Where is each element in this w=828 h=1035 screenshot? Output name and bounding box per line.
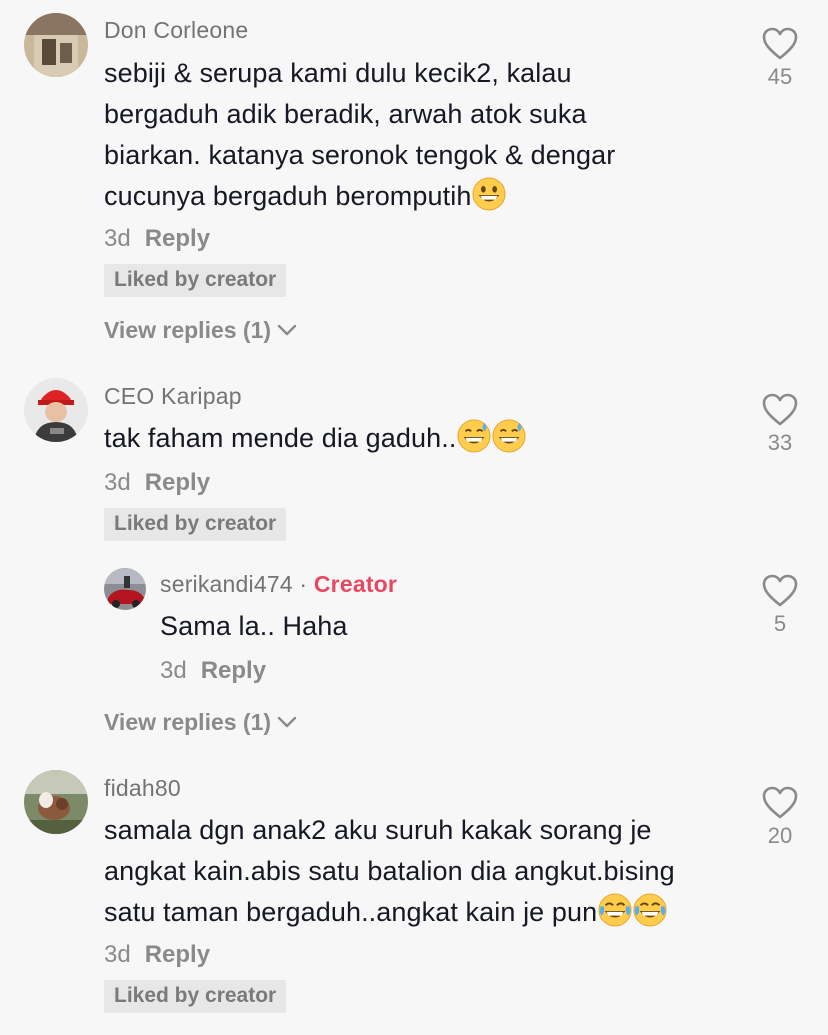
comment-username[interactable]: fidah80 [104,775,181,802]
reply-text: Sama la.. Haha [160,611,348,641]
comment-username[interactable]: Don Corleone [104,17,248,44]
avatar[interactable] [24,13,88,77]
comment-time: 3d [104,941,131,968]
comment-text-line: satu taman bergaduh..angkat kain je pun [104,892,744,933]
reply-button[interactable]: Reply [201,657,266,684]
comment-username[interactable]: CEO Karipap [104,383,242,410]
heart-icon [762,786,798,819]
comment-text-line: samala dgn anak2 aku suruh kakak sorang … [104,815,652,845]
comment-time: 3d [104,225,131,252]
comment-text: tak faham mende dia gaduh.. [104,418,744,459]
creator-tag: Creator [313,571,398,597]
like-button[interactable]: 45 [750,27,810,90]
chevron-down-icon [277,717,297,728]
separator-dot: · [299,571,308,597]
joy-emoji-icon [633,893,667,927]
comment-text-fragment: tak faham mende dia gaduh.. [104,423,457,453]
comment-text-line: cucunya bergaduh beromputih [104,176,744,217]
heart-icon [762,574,798,607]
joy-emoji-icon [598,893,632,927]
reply-username[interactable]: serikandi474 [160,571,293,597]
comment-meta: 3d Reply [104,941,210,969]
comment-meta: 3d Reply [104,469,210,497]
view-replies-button[interactable]: View replies (1) [104,317,297,344]
sweat-smile-emoji-icon [492,419,526,453]
heart-icon [762,27,798,60]
like-button[interactable]: 5 [750,574,810,637]
chevron-down-icon [277,325,297,336]
comment-text-fragment: satu taman bergaduh..angkat kain je pun [104,897,598,927]
comment-text: samala dgn anak2 aku suruh kakak sorang … [104,810,744,933]
reply-avatar[interactable] [104,568,146,610]
comment-meta: 3d Reply [104,225,210,253]
avatar[interactable] [24,378,88,442]
comment-text-fragment: cucunya bergaduh beromputih [104,181,472,211]
view-replies-button[interactable]: View replies (1) [104,709,297,736]
like-count: 33 [767,430,793,455]
reply-time: 3d [160,657,187,684]
grinning-emoji-icon [472,177,506,211]
comment-text-line: tak faham mende dia gaduh.. [104,418,744,459]
reply-meta: 3d Reply [160,657,266,685]
comment-text: sebiji & serupa kami dulu kecik2, kalau … [104,53,744,217]
like-count: 45 [767,64,793,89]
like-count: 20 [767,823,793,848]
heart-icon [762,393,798,426]
view-replies-label: View replies (1) [104,709,272,735]
comment-time: 3d [104,469,131,496]
reply-username-line: serikandi474 · Creator [160,571,397,598]
comment-text-line: biarkan. katanya seronok tengok & dengar [104,140,616,170]
liked-by-creator-badge: Liked by creator [104,508,287,541]
avatar[interactable] [24,770,88,834]
reply-button[interactable]: Reply [145,941,210,968]
liked-by-creator-badge: Liked by creator [104,980,287,1013]
comment-text-line: bergaduh adik beradik, arwah atok suka [104,99,587,129]
like-button[interactable]: 20 [750,786,810,849]
reply-button[interactable]: Reply [145,225,210,252]
liked-by-creator-badge: Liked by creator [104,264,287,297]
view-replies-label: View replies (1) [104,317,272,343]
sweat-smile-emoji-icon [457,419,491,453]
comment-text-line: angkat kain.abis satu batalion dia angku… [104,856,675,886]
like-button[interactable]: 33 [750,393,810,456]
reply-button[interactable]: Reply [145,469,210,496]
comment-text-line: sebiji & serupa kami dulu kecik2, kalau [104,58,572,88]
like-count: 5 [773,611,787,636]
